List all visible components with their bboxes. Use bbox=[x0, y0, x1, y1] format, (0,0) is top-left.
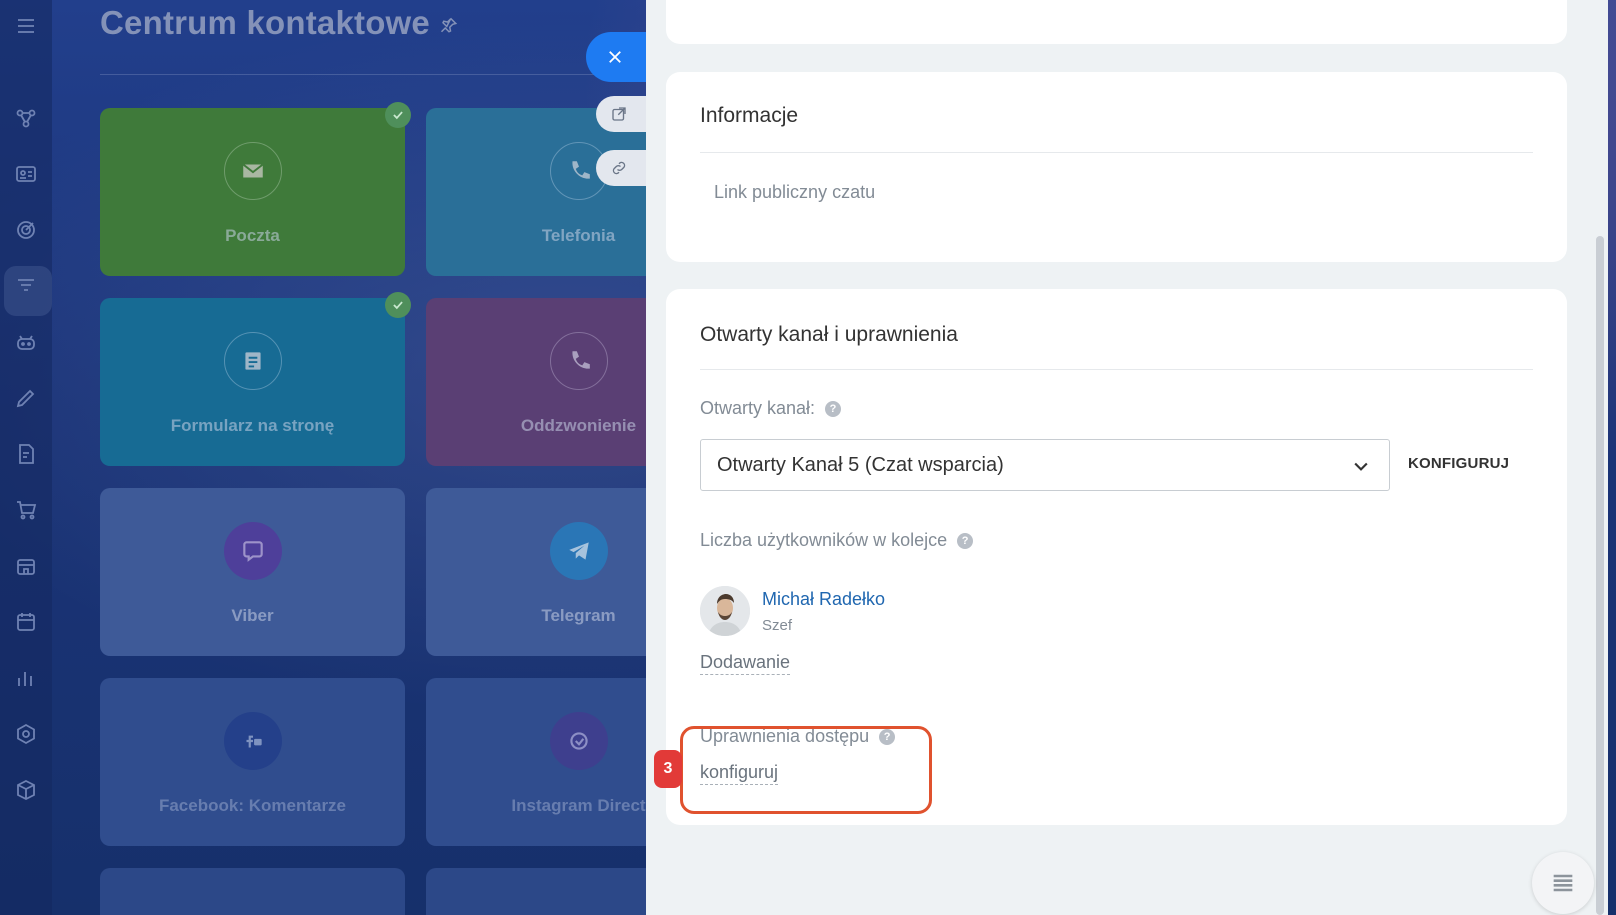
divider bbox=[700, 152, 1533, 153]
card-title: Otwarty kanał i uprawnienia bbox=[700, 323, 958, 346]
help-icon[interactable]: ? bbox=[957, 533, 974, 550]
help-menu-button[interactable] bbox=[1532, 852, 1594, 914]
queue-user-role: Szef bbox=[762, 617, 793, 634]
store-icon[interactable] bbox=[12, 552, 40, 580]
facebook-icon bbox=[223, 712, 282, 770]
divider bbox=[700, 369, 1533, 370]
step-badge: 3 bbox=[654, 750, 682, 788]
pin-icon[interactable] bbox=[440, 16, 458, 34]
tile-label: Viber bbox=[231, 606, 274, 625]
chevron-down-icon bbox=[1354, 462, 1368, 471]
page-title: Centrum kontaktowe bbox=[100, 4, 430, 41]
tile-label: Oddzwonienie bbox=[520, 416, 637, 435]
scrollbar[interactable] bbox=[1596, 236, 1604, 915]
check-icon bbox=[385, 102, 411, 128]
instagram-icon bbox=[549, 712, 608, 770]
tile-formularz[interactable]: Formularz na stronę bbox=[100, 292, 411, 466]
queue-user-name[interactable]: Michał Radełko bbox=[762, 589, 885, 610]
card-informacje: Informacje Link publiczny czatu bbox=[666, 72, 1567, 262]
tile-viber[interactable]: Viber bbox=[100, 488, 405, 656]
telegram-icon bbox=[549, 522, 608, 580]
configure-channel-button[interactable]: KONFIGURUJ bbox=[1408, 455, 1509, 472]
menu-icon[interactable] bbox=[12, 12, 40, 40]
tile-label: Telegram bbox=[541, 606, 616, 625]
help-icon[interactable]: ? bbox=[825, 401, 842, 418]
funnel-icon[interactable] bbox=[12, 272, 40, 300]
queue-label: Liczba użytkowników w kolejce? bbox=[700, 530, 974, 551]
robot-icon[interactable] bbox=[12, 328, 40, 356]
calendar-icon[interactable] bbox=[12, 608, 40, 636]
public-link-label: Link publiczny czatu bbox=[714, 182, 876, 202]
card-previous bbox=[666, 0, 1567, 44]
title-divider bbox=[100, 74, 640, 75]
hexagon-icon[interactable] bbox=[12, 720, 40, 748]
open-channel-select[interactable]: Otwarty Kanał 5 (Czat wsparcia) bbox=[700, 439, 1390, 491]
cube-icon[interactable] bbox=[12, 776, 40, 804]
tile-label: Formularz na stronę bbox=[170, 416, 335, 435]
cart-icon[interactable] bbox=[12, 496, 40, 524]
viber-icon bbox=[223, 522, 282, 580]
list-icon bbox=[1553, 874, 1573, 892]
tile-label: Poczta bbox=[225, 226, 280, 245]
tile-label: Telefonia bbox=[541, 226, 616, 245]
avatar bbox=[700, 586, 750, 636]
open-in-new-window-button[interactable] bbox=[596, 96, 650, 132]
mail-icon bbox=[223, 142, 282, 200]
tile-facebook-komentarze[interactable]: Facebook: Komentarze bbox=[100, 678, 405, 846]
add-user-link[interactable]: Dodawanie bbox=[700, 652, 791, 675]
contact-card-icon[interactable] bbox=[12, 160, 40, 188]
target-icon[interactable] bbox=[12, 216, 40, 244]
copy-link-button[interactable] bbox=[596, 150, 650, 186]
pencil-icon[interactable] bbox=[12, 384, 40, 412]
open-channel-label: Otwarty kanał:? bbox=[700, 398, 842, 419]
link-icon bbox=[612, 161, 626, 175]
close-slider-button[interactable] bbox=[586, 32, 650, 82]
open-channel-value: Otwarty Kanał 5 (Czat wsparcia) bbox=[717, 453, 1004, 476]
check-icon bbox=[385, 292, 411, 318]
analytics-icon[interactable] bbox=[12, 664, 40, 692]
close-icon bbox=[609, 51, 621, 63]
document-edit-icon[interactable] bbox=[12, 440, 40, 468]
tile-poczta[interactable]: Poczta bbox=[100, 102, 411, 276]
form-icon bbox=[223, 332, 282, 390]
tile-partial bbox=[100, 868, 405, 915]
card-title: Informacje bbox=[700, 104, 799, 127]
tile-label: Instagram Direct bbox=[511, 796, 646, 815]
highlight-frame bbox=[680, 726, 932, 814]
external-link-icon bbox=[612, 107, 626, 121]
crm-icon[interactable] bbox=[12, 104, 40, 132]
callback-icon bbox=[549, 332, 608, 390]
tile-label: Facebook: Komentarze bbox=[158, 796, 347, 815]
left-navigation-rail bbox=[0, 0, 52, 915]
